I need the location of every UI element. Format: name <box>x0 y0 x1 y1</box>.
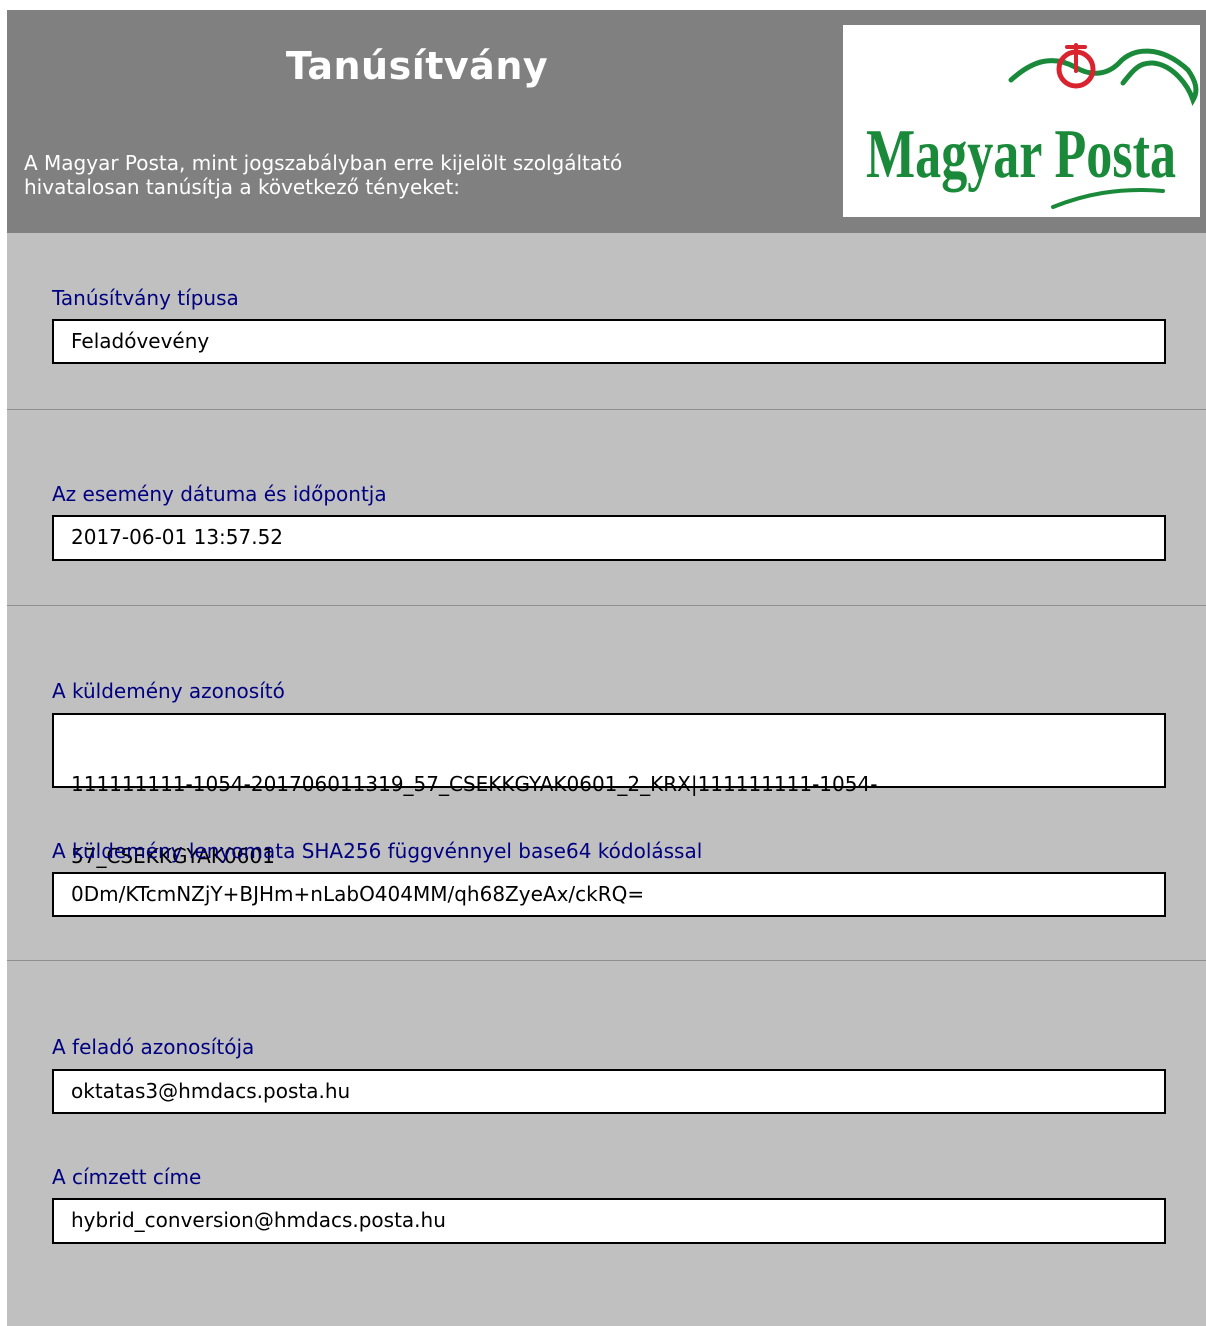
field-label-shipment-hash: A küldemény lenyomata SHA256 függvénnyel… <box>52 839 703 863</box>
field-certificate-type: Feladóvevény <box>52 319 1166 364</box>
magyar-posta-logo: Magyar Posta <box>843 25 1200 217</box>
field-label-certificate-type: Tanúsítvány típusa <box>52 286 239 310</box>
section-divider <box>7 409 1206 410</box>
field-label-event-datetime: Az esemény dátuma és időpontja <box>52 482 387 506</box>
field-label-shipment-id: A küldemény azonosító <box>52 679 285 703</box>
certificate-page: Tanúsítvány A Magyar Posta, mint jogszab… <box>7 10 1206 1326</box>
field-event-datetime: 2017-06-01 13:57.52 <box>52 515 1166 561</box>
field-label-sender-id: A feladó azonosítója <box>52 1035 255 1059</box>
field-label-recipient-address: A címzett címe <box>52 1165 202 1189</box>
field-sender-id: oktatas3@hmdacs.posta.hu <box>52 1069 1166 1114</box>
page-title: Tanúsítvány <box>285 44 549 88</box>
logo-wordmark: Magyar Posta <box>866 116 1176 193</box>
magyar-posta-logo-icon: Magyar Posta <box>866 43 1199 209</box>
field-recipient-address: hybrid_conversion@hmdacs.posta.hu <box>52 1198 1166 1244</box>
certificate-header: Tanúsítvány A Magyar Posta, mint jogszab… <box>7 10 1206 233</box>
header-intro-line-1: A Magyar Posta, mint jogszabályban erre … <box>24 151 623 175</box>
header-intro-line-2: hivatalosan tanúsítja a következő tények… <box>24 175 461 199</box>
header-intro: A Magyar Posta, mint jogszabályban erre … <box>24 151 784 199</box>
shipment-id-line-1: 111111111-1054-201706011319_57_CSEKKGYAK… <box>71 772 878 796</box>
section-divider <box>7 960 1206 961</box>
section-divider <box>7 605 1206 606</box>
field-shipment-hash: 0Dm/KTcmNZjY+BJHm+nLabO404MM/qh68ZyeAx/c… <box>52 872 1166 917</box>
field-shipment-id: 111111111-1054-201706011319_57_CSEKKGYAK… <box>52 713 1166 868</box>
